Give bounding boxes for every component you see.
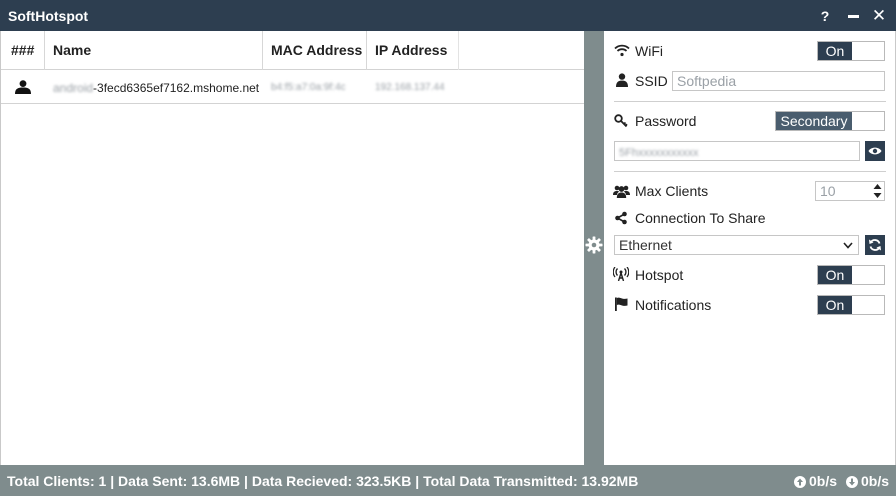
minimize-button[interactable]	[841, 4, 865, 28]
notifications-label: Notifications	[635, 297, 712, 313]
max-clients-value: 10	[820, 183, 836, 199]
column-header-index[interactable]: ###	[3, 31, 45, 70]
max-clients-stepper[interactable]: 10	[815, 181, 885, 201]
connection-selected: Ethernet	[619, 237, 672, 253]
client-name-hidden: android	[53, 81, 94, 95]
divider	[614, 101, 886, 102]
hotspot-icon	[613, 267, 629, 281]
users-icon	[613, 185, 630, 198]
status-bar: Total Clients: 1 | Data Sent: 13.6MB | D…	[0, 465, 896, 496]
hotspot-label: Hotspot	[635, 267, 684, 283]
status-summary: Total Clients: 1 | Data Sent: 13.6MB | D…	[7, 473, 639, 489]
column-header-mac[interactable]: MAC Address	[263, 31, 367, 70]
wifi-icon	[614, 44, 630, 57]
hotspot-toggle[interactable]: On	[817, 265, 885, 285]
connection-select[interactable]: Ethernet	[614, 235, 859, 255]
password-mode-label: Secondary	[776, 112, 852, 130]
max-clients-label: Max Clients	[635, 183, 709, 199]
ssid-label: SSID	[635, 73, 668, 89]
password-mode-toggle[interactable]: Secondary	[775, 111, 885, 131]
client-mac: b4:f5:a7:0a:9f:4c	[271, 82, 346, 93]
stepper-arrows-icon[interactable]	[873, 183, 882, 199]
column-header-name[interactable]: Name	[45, 31, 263, 70]
help-button[interactable]: ?	[813, 4, 837, 28]
eye-icon	[868, 147, 882, 155]
download-arrow-icon	[846, 476, 858, 488]
wifi-toggle[interactable]: On	[817, 41, 885, 61]
clients-table: ### Name MAC Address IP Address android-…	[0, 31, 584, 465]
table-header: ### Name MAC Address IP Address	[1, 31, 584, 70]
upload-speed: 0b/s	[794, 473, 837, 489]
client-ip: 192.168.137.44	[375, 82, 445, 93]
password-value: 5Fhxxxxxxxxxxx	[619, 147, 699, 159]
show-password-button[interactable]	[865, 141, 885, 161]
column-header-ip[interactable]: IP Address	[367, 31, 459, 70]
refresh-icon	[869, 239, 881, 251]
share-icon	[615, 211, 627, 225]
upload-speed-value: 0b/s	[809, 473, 838, 489]
user-icon	[616, 73, 628, 87]
connection-label: Connection To Share	[635, 210, 766, 226]
client-name-visible: -3fecd6365ef7162.mshome.net	[93, 81, 260, 95]
window-title: SoftHotspot	[8, 8, 89, 24]
ssid-input[interactable]: Softpedia	[672, 71, 885, 91]
wifi-label: WiFi	[635, 43, 663, 59]
panel-splitter[interactable]	[584, 31, 604, 465]
password-input[interactable]: 5Fhxxxxxxxxxxx	[614, 141, 860, 161]
chevron-down-icon	[843, 242, 853, 249]
title-bar: SoftHotspot ? ✕	[0, 0, 896, 31]
refresh-button[interactable]	[865, 235, 885, 255]
upload-arrow-icon	[794, 476, 806, 488]
gear-icon[interactable]	[585, 236, 603, 254]
hotspot-toggle-state: On	[818, 266, 852, 284]
download-speed: 0b/s	[846, 473, 889, 489]
flag-icon	[615, 297, 628, 311]
notifications-toggle[interactable]: On	[817, 295, 885, 315]
divider	[614, 171, 886, 172]
key-icon	[614, 114, 628, 128]
download-speed-value: 0b/s	[861, 473, 890, 489]
minimize-icon	[847, 15, 859, 18]
notifications-toggle-state: On	[818, 296, 852, 314]
settings-panel: WiFi On SSID Softpedia Password Secondar…	[604, 31, 896, 465]
client-name: android-3fecd6365ef7162.mshome.net	[53, 81, 259, 95]
table-row[interactable]: android-3fecd6365ef7162.mshome.net b4:f5…	[1, 70, 584, 104]
close-button[interactable]: ✕	[867, 4, 891, 28]
wifi-toggle-state: On	[818, 42, 852, 60]
password-label: Password	[635, 113, 697, 129]
user-icon	[15, 80, 31, 94]
